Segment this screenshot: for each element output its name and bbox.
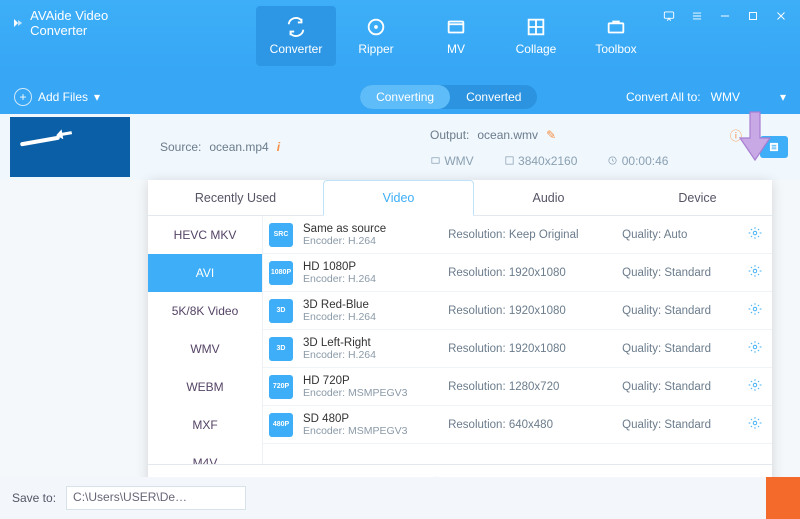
gear-icon[interactable]	[748, 340, 762, 357]
gear-icon[interactable]	[748, 226, 762, 243]
tab-video[interactable]: Video	[323, 180, 474, 216]
toolbox-icon	[605, 16, 627, 38]
format-badge-icon: SRC	[269, 223, 293, 247]
tab-device[interactable]: Device	[623, 180, 772, 215]
source-thumbnail[interactable]	[10, 117, 130, 177]
format-list: SRCSame as sourceEncoder: H.264Resolutio…	[263, 216, 772, 464]
category-5k-8k-video[interactable]: 5K/8K Video	[148, 292, 262, 330]
gear-icon[interactable]	[748, 264, 762, 281]
add-files-button[interactable]: + Add Files ▾	[14, 88, 100, 106]
logo-icon	[12, 14, 24, 32]
category-wmv[interactable]: WMV	[148, 330, 262, 368]
category-m4v[interactable]: M4V	[148, 444, 262, 464]
format-badge-icon: 1080P	[269, 261, 293, 285]
tab-converted[interactable]: Converted	[450, 85, 537, 109]
category-webm[interactable]: WEBM	[148, 368, 262, 406]
format-badge-icon: 3D	[269, 299, 293, 323]
nav-converter[interactable]: Converter	[256, 6, 336, 66]
format-row[interactable]: 3D3D Red-BlueEncoder: H.264Resolution: 1…	[263, 292, 772, 330]
category-list: HEVC MKVAVI5K/8K VideoWMVWEBMMXFM4V	[148, 216, 263, 464]
gear-icon[interactable]	[748, 302, 762, 319]
tab-recently-used[interactable]: Recently Used	[148, 180, 323, 215]
format-badge-icon: 3D	[269, 337, 293, 361]
ripper-icon	[365, 16, 387, 38]
minimize-icon[interactable]	[712, 6, 738, 26]
close-icon[interactable]	[768, 6, 794, 26]
app-title: AVAide Video Converter	[30, 8, 124, 38]
gear-icon[interactable]	[748, 416, 762, 433]
mv-icon	[445, 16, 467, 38]
save-to-label: Save to:	[12, 491, 56, 505]
format-badge-icon: 480P	[269, 413, 293, 437]
feedback-icon[interactable]	[656, 6, 682, 26]
format-row[interactable]: 3D3D Left-RightEncoder: H.264Resolution:…	[263, 330, 772, 368]
chevron-down-icon: ▾	[94, 90, 100, 104]
format-row[interactable]: 1080PHD 1080PEncoder: H.264Resolution: 1…	[263, 254, 772, 292]
info-icon[interactable]: i	[277, 140, 280, 154]
chevron-down-icon: ▾	[780, 90, 786, 104]
tab-audio[interactable]: Audio	[474, 180, 623, 215]
output-filename: ocean.wmv	[477, 128, 538, 142]
save-path-field[interactable]: C:\Users\USER\De…	[66, 486, 246, 510]
maximize-icon[interactable]	[740, 6, 766, 26]
edit-icon[interactable]: ✎	[546, 128, 556, 142]
category-avi[interactable]: AVI	[148, 254, 262, 292]
format-row[interactable]: 480PSD 480PEncoder: MSMPEGV3Resolution: …	[263, 406, 772, 444]
nav-ripper[interactable]: Ripper	[336, 6, 416, 66]
convert-button[interactable]	[766, 477, 800, 519]
source-filename: ocean.mp4	[209, 140, 268, 154]
format-row[interactable]: SRCSame as sourceEncoder: H.264Resolutio…	[263, 216, 772, 254]
gear-icon[interactable]	[748, 378, 762, 395]
app-brand: AVAide Video Converter	[0, 0, 136, 46]
format-row[interactable]: 720PHD 720PEncoder: MSMPEGV3Resolution: …	[263, 368, 772, 406]
converter-icon	[285, 16, 307, 38]
collage-icon	[525, 16, 547, 38]
format-badge-icon: 720P	[269, 375, 293, 399]
nav-collage[interactable]: Collage	[496, 6, 576, 66]
category-hevc-mkv[interactable]: HEVC MKV	[148, 216, 262, 254]
menu-icon[interactable]	[684, 6, 710, 26]
plus-icon: +	[14, 88, 32, 106]
nav-toolbox[interactable]: Toolbox	[576, 6, 656, 66]
tutorial-arrow-icon	[738, 110, 772, 167]
tab-converting[interactable]: Converting	[360, 85, 450, 109]
format-panel: Recently Used Video Audio Device HEVC MK…	[148, 180, 772, 498]
status-tabs: Converting Converted	[360, 85, 537, 109]
nav-mv[interactable]: MV	[416, 6, 496, 66]
output-label: Output:	[430, 128, 469, 142]
convert-all-label: Convert All to:	[626, 90, 701, 104]
category-mxf[interactable]: MXF	[148, 406, 262, 444]
convert-all-select[interactable]: WMV ▾	[711, 90, 786, 104]
source-label: Source:	[160, 140, 201, 154]
